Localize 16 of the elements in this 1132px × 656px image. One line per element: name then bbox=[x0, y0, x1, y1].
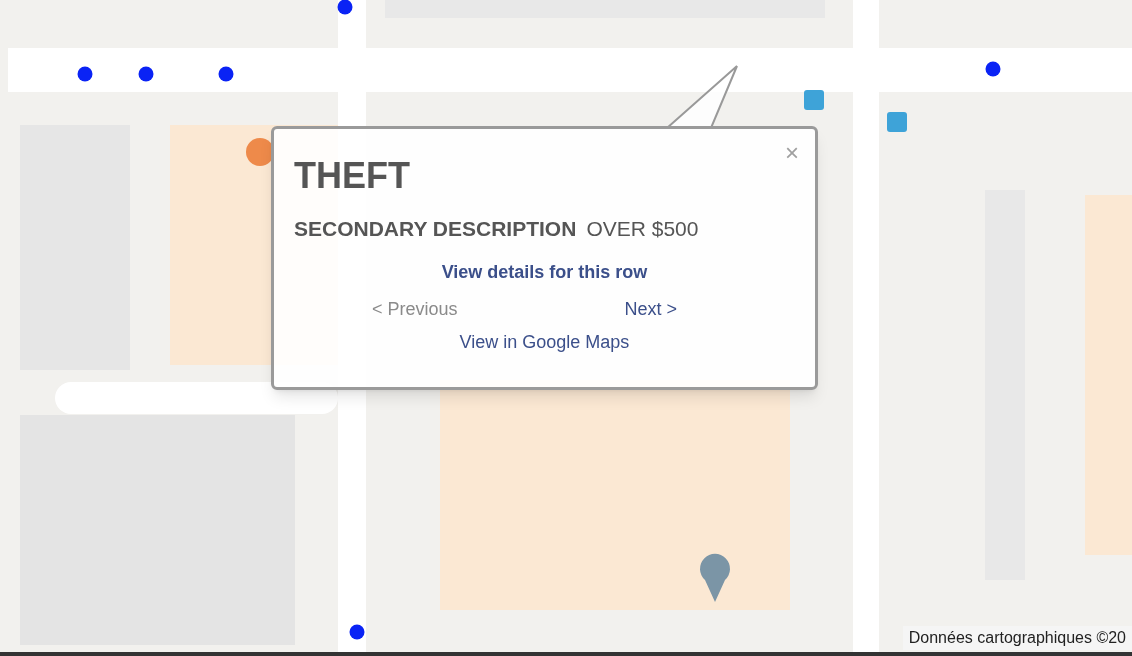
restaurant-icon bbox=[246, 138, 274, 166]
field-value: OVER $500 bbox=[586, 216, 699, 242]
map-attribution: Données cartographiques ©20 bbox=[902, 626, 1132, 650]
marker-dot-icon[interactable] bbox=[77, 66, 93, 82]
marker-dot-icon[interactable] bbox=[349, 624, 365, 640]
bus-stop-icon bbox=[887, 112, 907, 132]
marker-dot-icon[interactable] bbox=[985, 61, 1001, 77]
pager-link[interactable]: Next > bbox=[624, 295, 677, 323]
field-label: SECONDARY DESCRIPTION bbox=[294, 216, 577, 242]
google-maps-link[interactable]: View in Google Maps bbox=[459, 328, 630, 356]
info-title: THEFT bbox=[294, 154, 410, 198]
marker-dot-icon[interactable] bbox=[218, 66, 234, 82]
details-link[interactable]: View details for this row bbox=[441, 258, 648, 286]
map-pin-icon bbox=[700, 553, 730, 602]
marker-dot-icon[interactable] bbox=[138, 66, 154, 82]
bus-stop-icon bbox=[804, 90, 824, 110]
